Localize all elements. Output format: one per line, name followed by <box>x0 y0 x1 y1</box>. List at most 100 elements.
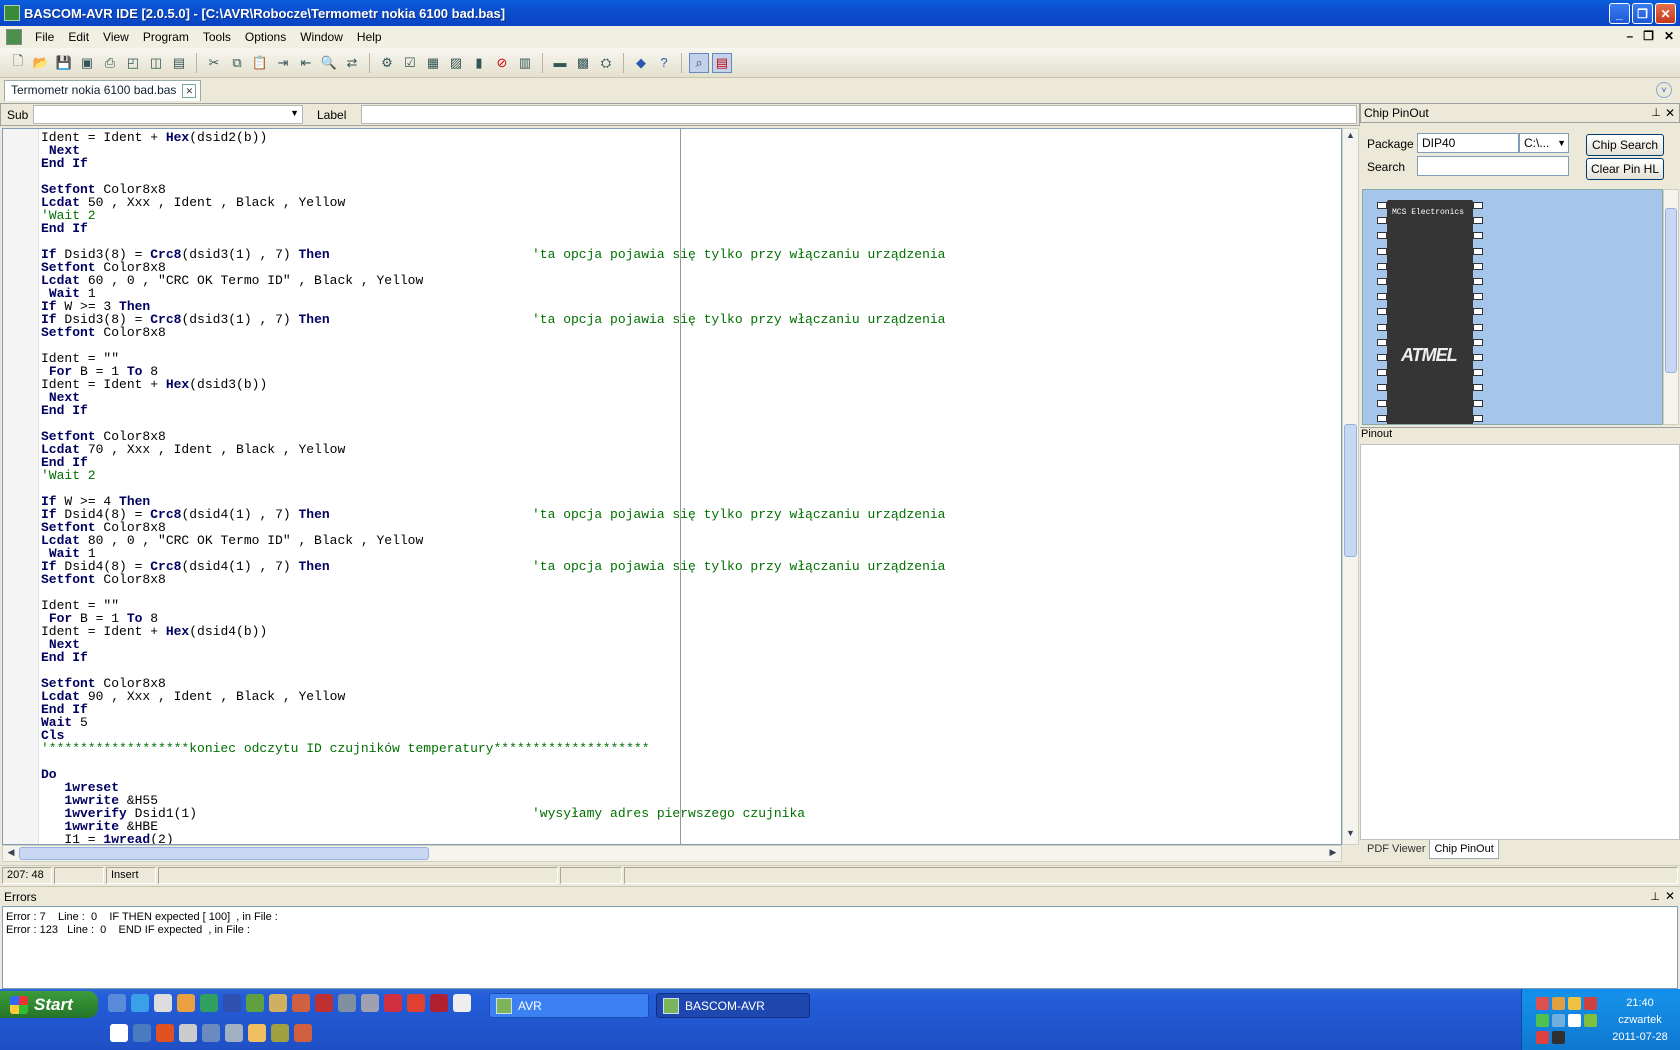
lcd-designer-icon[interactable]: ▥ <box>515 53 535 73</box>
scroll-down-icon[interactable]: ▼ <box>1344 828 1357 843</box>
cut-icon[interactable]: ✂ <box>204 53 224 73</box>
tray-icon[interactable] <box>1568 997 1581 1010</box>
find-icon[interactable]: 🔍 <box>319 53 339 73</box>
code-line[interactable]: Ident = Ident + Hex(dsid4(b)) <box>41 625 423 638</box>
code-line[interactable]: I1 = 1wread(2) <box>41 833 423 844</box>
quick-launch-icon[interactable] <box>131 994 149 1012</box>
code-line[interactable]: Ident = Ident + Hex(dsid2(b)) <box>41 131 423 144</box>
quick-launch-icon[interactable] <box>156 1024 174 1042</box>
tray-icon[interactable] <box>1536 1014 1549 1027</box>
menu-options[interactable]: Options <box>238 30 293 44</box>
stop-icon[interactable]: ⊘ <box>492 53 512 73</box>
quick-launch-icon[interactable] <box>225 1024 243 1042</box>
tray-icon[interactable] <box>1584 1014 1597 1027</box>
chip-vertical-scrollbar[interactable] <box>1663 189 1679 425</box>
menu-file[interactable]: File <box>28 30 61 44</box>
close-icon[interactable]: ✕ <box>1665 889 1675 903</box>
close-icon[interactable]: ✕ <box>1665 104 1675 122</box>
indent-icon[interactable]: ⇥ <box>273 53 293 73</box>
quick-launch-icon[interactable] <box>133 1024 151 1042</box>
code-line[interactable]: 'Wait 2 <box>41 469 423 482</box>
taskbar-item-avr[interactable]: AVR <box>489 993 649 1018</box>
code-line[interactable]: End If <box>41 157 423 170</box>
quick-launch-icon[interactable] <box>338 994 356 1012</box>
code-line[interactable]: Next <box>41 638 423 651</box>
code-line[interactable]: End If <box>41 456 423 469</box>
chip-pin-right[interactable] <box>1473 308 1483 316</box>
chip-pin-left[interactable] <box>1377 247 1387 255</box>
paste-icon[interactable]: 📋 <box>250 53 270 73</box>
help-icon[interactable]: ? <box>654 53 674 73</box>
code-line[interactable] <box>41 755 423 768</box>
print-icon[interactable]: ⎙ <box>100 53 120 73</box>
chip-pin-right[interactable] <box>1473 323 1483 331</box>
menu-view[interactable]: View <box>96 30 136 44</box>
quick-launch-icon[interactable] <box>271 1024 289 1042</box>
document-icon[interactable] <box>6 29 22 45</box>
open-file-icon[interactable]: 📂 <box>31 53 51 73</box>
chip-pin-left[interactable] <box>1377 293 1387 301</box>
chip-pin-left[interactable] <box>1377 308 1387 316</box>
pdf-icon[interactable]: ▤ <box>712 52 732 73</box>
chip-pin-left[interactable] <box>1377 354 1387 361</box>
unindent-icon[interactable]: ⇤ <box>296 53 316 73</box>
chip-pin-right[interactable] <box>1473 399 1483 407</box>
chip-pin-right[interactable] <box>1473 202 1483 209</box>
quick-launch-icon[interactable] <box>294 1024 312 1042</box>
chip-pin-left[interactable] <box>1377 262 1387 270</box>
quick-launch-icon[interactable] <box>179 1024 197 1042</box>
open-recent-icon[interactable]: ▤ <box>169 53 189 73</box>
quick-launch-icon[interactable] <box>430 994 448 1012</box>
graphic-converter-icon[interactable]: ⛭ <box>596 53 616 73</box>
clock[interactable]: 21:40 czwartek 2011-07-28 <box>1610 995 1670 1046</box>
quick-launch-icon[interactable] <box>202 1024 220 1042</box>
zoom-icon[interactable]: ⌕ <box>689 52 709 73</box>
close-button[interactable]: ✕ <box>1655 3 1676 24</box>
scroll-left-icon[interactable]: ◀ <box>4 847 18 860</box>
code-line[interactable]: 'Wait 2 <box>41 209 423 222</box>
chip-pin-right[interactable] <box>1473 384 1483 392</box>
chip-pin-right[interactable] <box>1473 354 1483 361</box>
program-chip-icon[interactable]: ▦ <box>423 53 443 73</box>
package-path-select[interactable]: C:\... ▼ <box>1519 133 1569 153</box>
quick-launch-icon[interactable] <box>108 994 126 1012</box>
chip-pin-right[interactable] <box>1473 247 1483 255</box>
tray-icon[interactable] <box>1536 997 1549 1010</box>
error-item[interactable]: Error : 123 Line : 0 END IF expected , i… <box>6 924 1674 937</box>
quick-launch-icon[interactable] <box>110 1024 128 1042</box>
mdi-close-button[interactable]: ✕ <box>1664 29 1674 43</box>
clear-pin-button[interactable]: Clear Pin HL <box>1586 158 1664 180</box>
mdi-minimize-button[interactable]: – <box>1626 29 1633 43</box>
chip-pin-right[interactable] <box>1473 217 1483 225</box>
quick-launch-icon[interactable] <box>269 994 287 1012</box>
restore-button[interactable]: ❐ <box>1632 3 1653 24</box>
chip-pin-left[interactable] <box>1377 278 1387 285</box>
chip-pin-left[interactable] <box>1377 202 1387 209</box>
chip-pin-left[interactable] <box>1377 414 1387 422</box>
code-line[interactable]: Setfont Color8x8 <box>41 326 423 339</box>
code-line[interactable]: Next <box>41 391 423 404</box>
close-tab-icon[interactable]: ✕ <box>182 84 197 98</box>
menu-window[interactable]: Window <box>293 30 350 44</box>
chip-search-button[interactable]: Chip Search <box>1586 134 1664 156</box>
pin-icon[interactable]: ⊥ <box>1650 890 1660 903</box>
syntax-check-icon[interactable]: ☑ <box>400 53 420 73</box>
quick-launch-icon[interactable] <box>154 994 172 1012</box>
code-line[interactable]: Next <box>41 144 423 157</box>
find-in-files-icon[interactable]: ◫ <box>146 53 166 73</box>
save-all-icon[interactable]: ▣ <box>77 53 97 73</box>
file-tab[interactable]: Termometr nokia 6100 bad.bas ✕ <box>4 80 202 101</box>
quick-launch-icon[interactable] <box>246 994 264 1012</box>
chevron-down-icon[interactable]: ˅ <box>1656 82 1672 98</box>
start-button[interactable]: Start <box>0 991 98 1018</box>
copy-icon[interactable]: ⧉ <box>227 53 247 73</box>
chip-pin-left[interactable] <box>1377 369 1387 377</box>
package-input[interactable]: DIP40 <box>1417 133 1519 153</box>
code-line[interactable]: Wait 5 <box>41 716 423 729</box>
scroll-thumb[interactable] <box>1665 208 1677 373</box>
code-line[interactable]: End If <box>41 651 423 664</box>
tray-icon[interactable] <box>1584 997 1597 1010</box>
code-line[interactable]: Lcdat 90 , Xxx , Ident , Black , Yellow <box>41 690 423 703</box>
code-line[interactable]: Lcdat 50 , Xxx , Ident , Black , Yellow <box>41 196 423 209</box>
tab-pdf-viewer[interactable]: PDF Viewer <box>1363 840 1429 858</box>
